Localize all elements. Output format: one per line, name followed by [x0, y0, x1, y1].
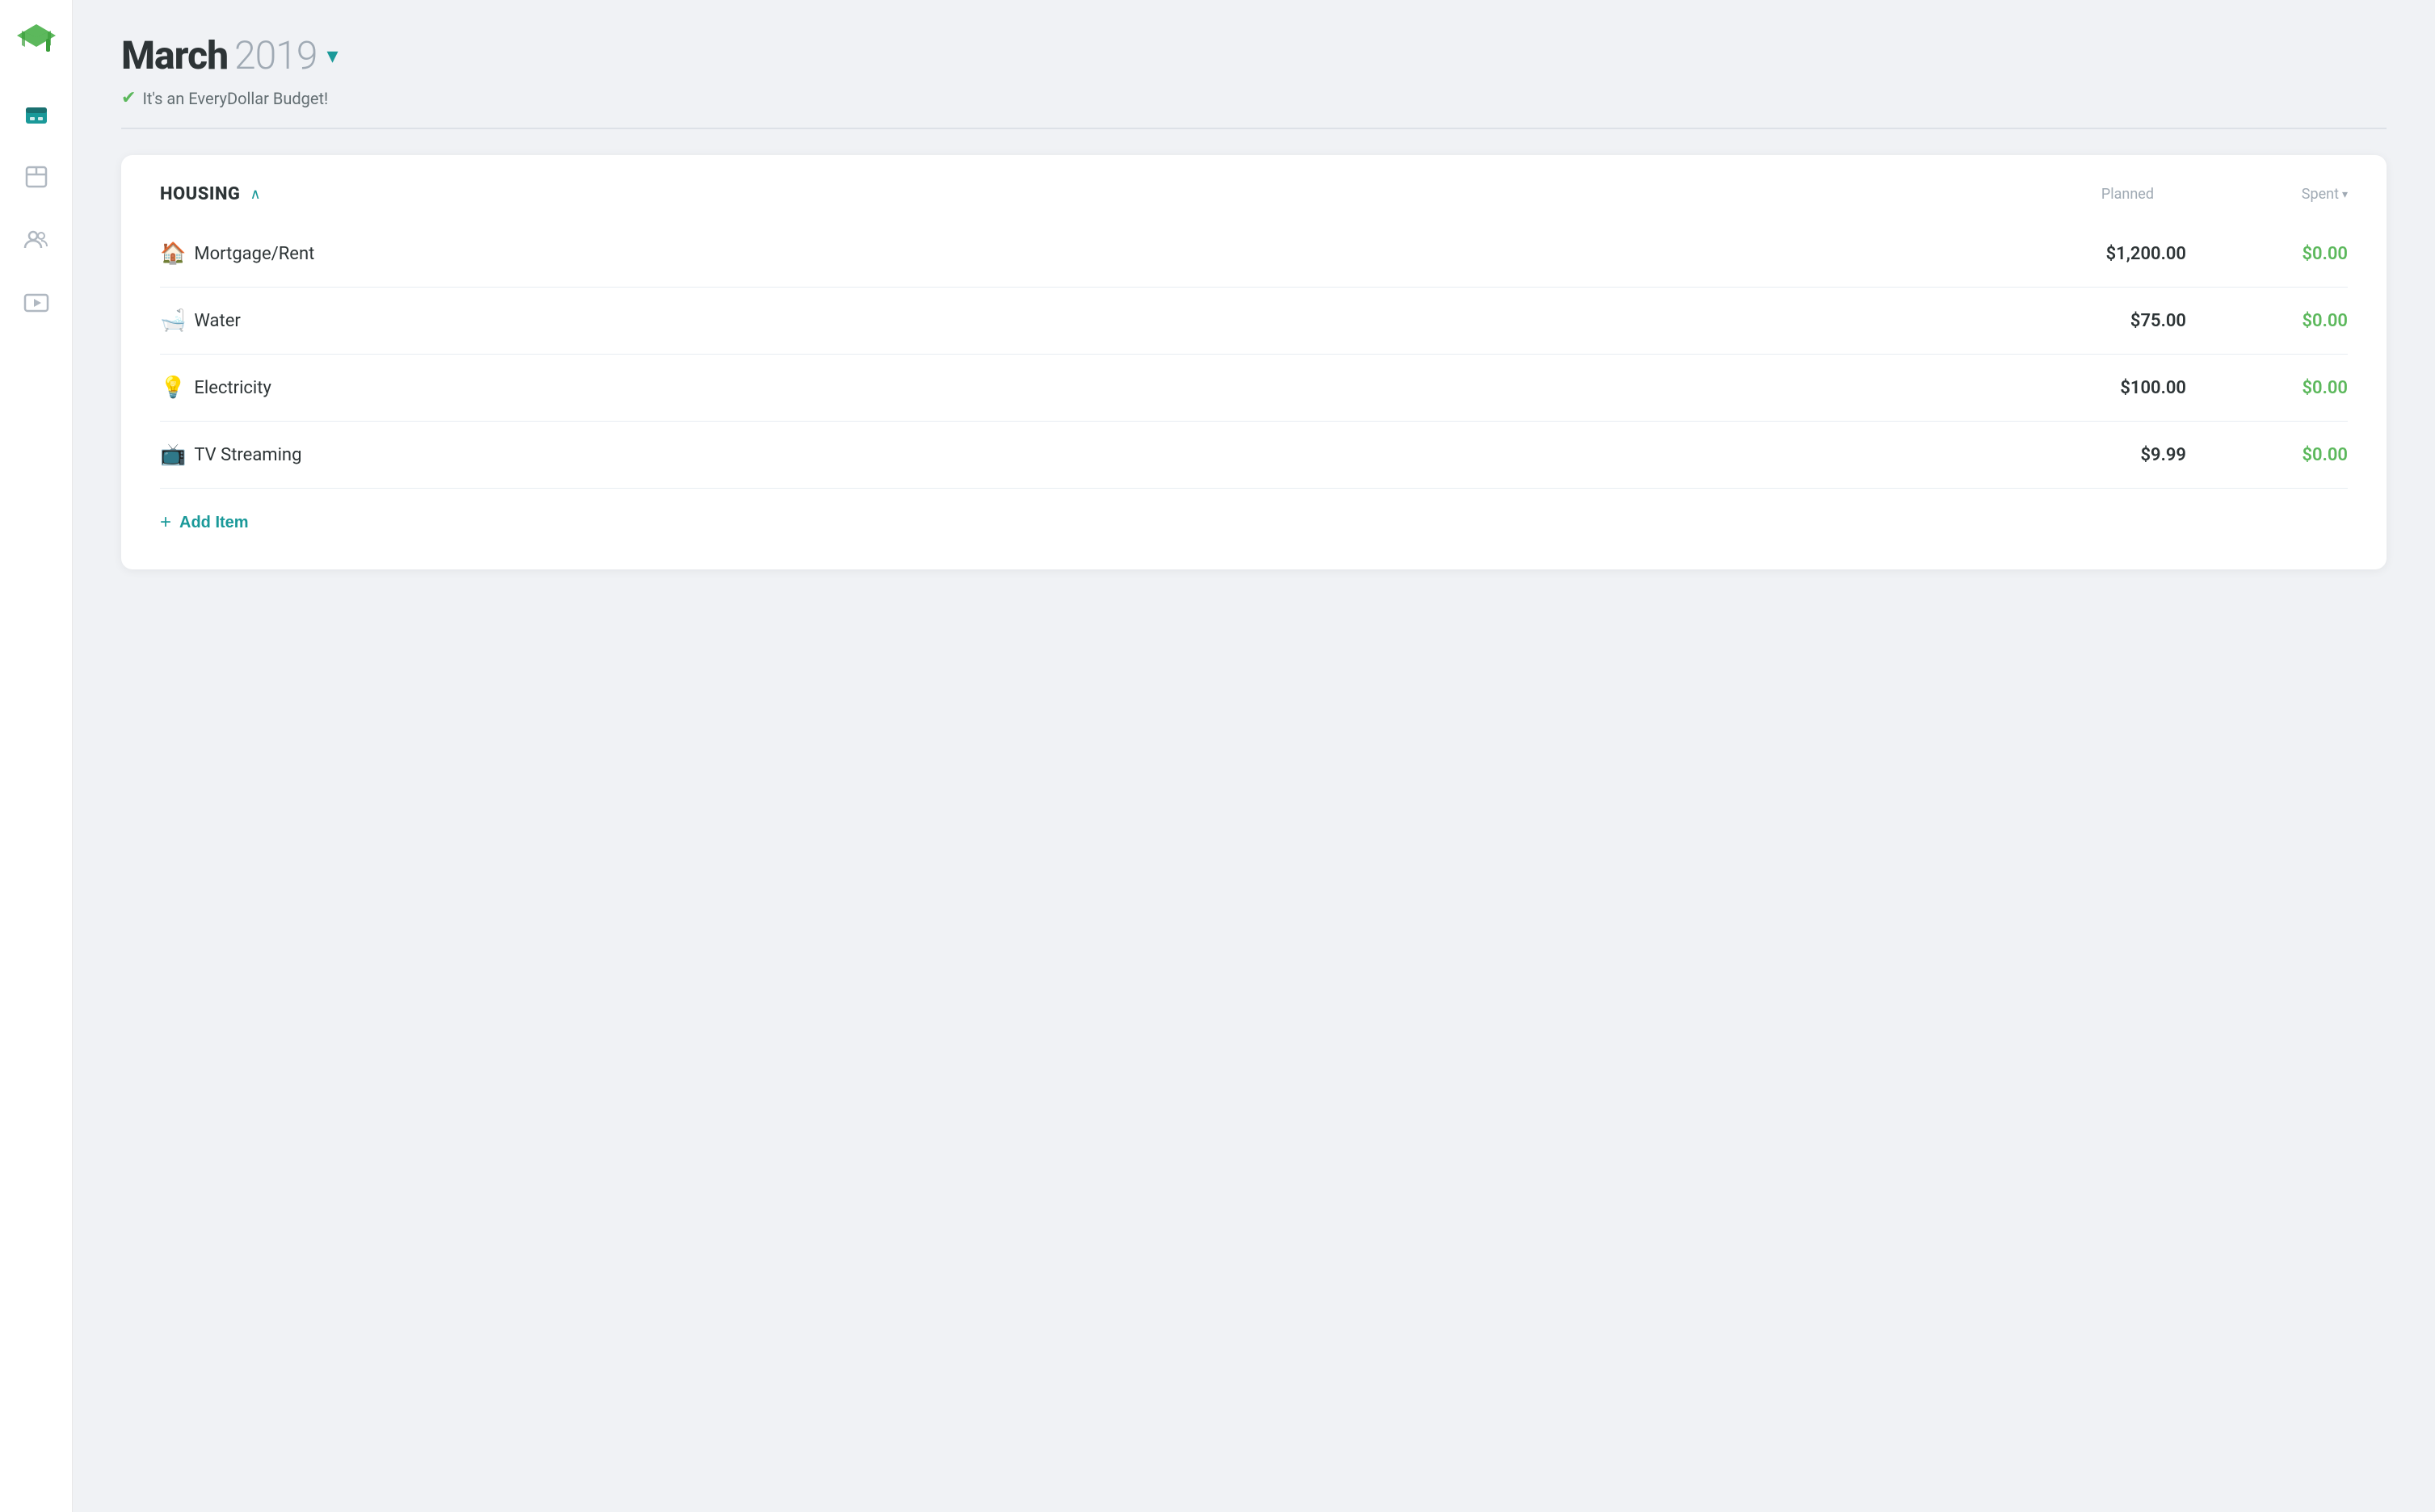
- add-item-button[interactable]: + Add Item: [160, 489, 249, 540]
- category-title: HOUSING: [160, 184, 240, 204]
- item-planned-water: $75.00: [2041, 311, 2186, 331]
- item-emoji-water: 🛁: [160, 309, 186, 333]
- item-planned-tv: $9.99: [2041, 445, 2186, 465]
- budget-card: HOUSING ∧ Planned Spent ▾ 🏠 Mortgage/Ren…: [121, 155, 2387, 569]
- add-item-label: Add Item: [179, 514, 249, 532]
- sidebar-item-products[interactable]: [19, 160, 53, 194]
- planned-column-header: Planned: [2057, 186, 2154, 203]
- item-spent-tv: $0.00: [2235, 445, 2348, 465]
- item-name-water: 🛁 Water: [160, 309, 2041, 333]
- header-divider: [121, 128, 2387, 129]
- item-emoji-mortgage: 🏠: [160, 242, 186, 266]
- item-planned-electricity: $100.00: [2041, 378, 2186, 398]
- month-label: March: [121, 32, 228, 78]
- column-headers: Planned Spent ▾: [2057, 186, 2348, 203]
- sidebar: [0, 0, 73, 1512]
- add-item-plus-icon: +: [160, 511, 171, 534]
- item-planned-mortgage: $1,200.00: [2041, 244, 2186, 264]
- budget-badge: ✔ It's an EveryDollar Budget!: [121, 88, 2387, 108]
- category-header: HOUSING ∧ Planned Spent ▾: [160, 184, 2348, 204]
- table-row: 🛁 Water $75.00 $0.00: [160, 288, 2348, 355]
- item-spent-water: $0.00: [2235, 311, 2348, 331]
- sidebar-item-budget[interactable]: [19, 97, 53, 131]
- item-spent-mortgage: $0.00: [2235, 244, 2348, 264]
- page-title: March 2019 ▾: [121, 32, 2387, 78]
- category-chevron[interactable]: ∧: [250, 186, 260, 203]
- item-name-electricity: 💡 Electricity: [160, 376, 2041, 400]
- item-name-tv: 📺 TV Streaming: [160, 443, 2041, 467]
- sidebar-item-group[interactable]: [19, 223, 53, 257]
- table-row: 🏠 Mortgage/Rent $1,200.00 $0.00: [160, 220, 2348, 288]
- budget-badge-text: It's an EveryDollar Budget!: [142, 89, 328, 108]
- app-logo: [15, 19, 57, 61]
- item-name-mortgage: 🏠 Mortgage/Rent: [160, 242, 2041, 266]
- item-spent-electricity: $0.00: [2235, 378, 2348, 398]
- page-header: March 2019 ▾ ✔ It's an EveryDollar Budge…: [121, 32, 2387, 108]
- spent-chevron-icon: ▾: [2342, 188, 2348, 201]
- item-emoji-electricity: 💡: [160, 376, 186, 400]
- item-emoji-tv: 📺: [160, 443, 186, 467]
- spent-column-header[interactable]: Spent ▾: [2251, 186, 2348, 203]
- month-dropdown-chevron[interactable]: ▾: [327, 42, 339, 69]
- sidebar-item-video[interactable]: [19, 286, 53, 320]
- year-label: 2019: [234, 32, 318, 78]
- main-content: March 2019 ▾ ✔ It's an EveryDollar Budge…: [73, 0, 2435, 1512]
- table-row: 📺 TV Streaming $9.99 $0.00: [160, 422, 2348, 489]
- check-icon: ✔: [121, 88, 136, 108]
- budget-items-list: 🏠 Mortgage/Rent $1,200.00 $0.00 🛁 Water …: [160, 220, 2348, 489]
- table-row: 💡 Electricity $100.00 $0.00: [160, 355, 2348, 422]
- category-title-row: HOUSING ∧: [160, 184, 261, 204]
